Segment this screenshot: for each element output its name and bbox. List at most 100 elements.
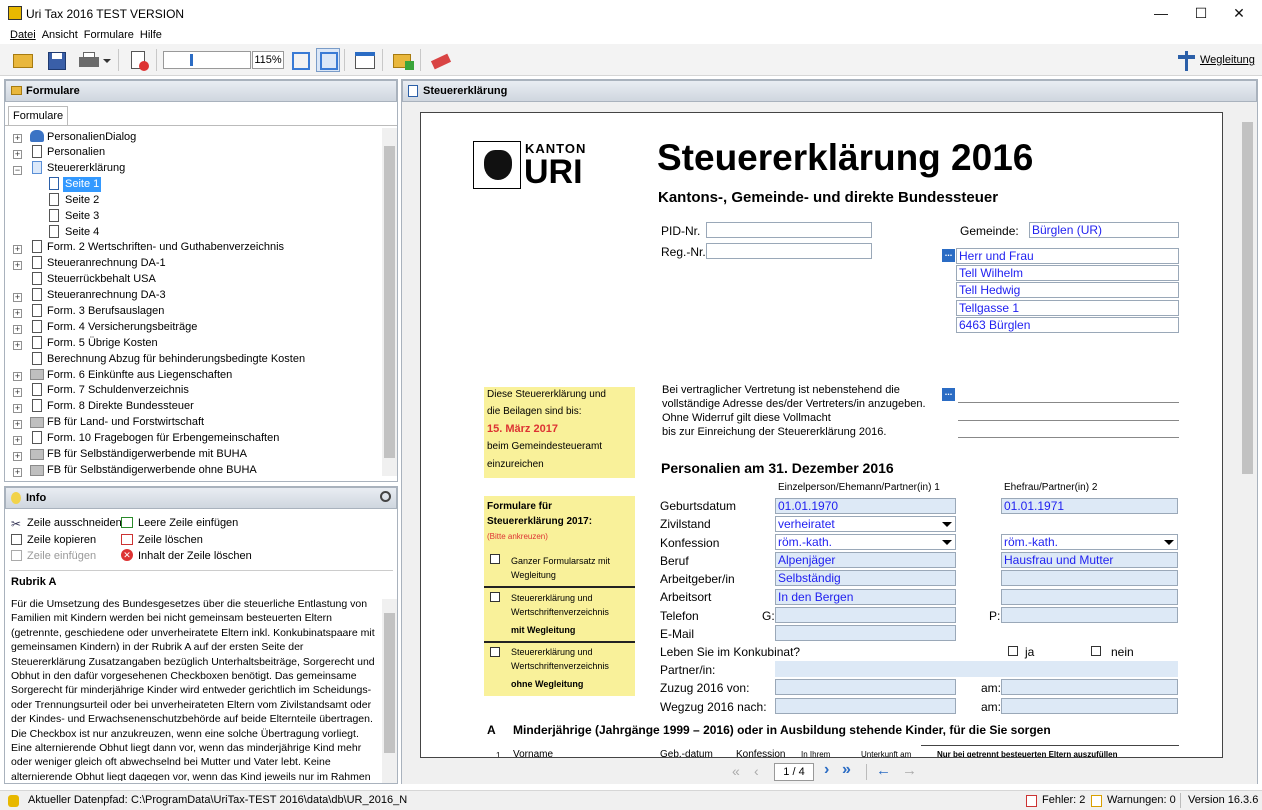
title-bar: Uri Tax 2016 TEST VERSION — ☐ ✕ xyxy=(0,0,1262,28)
tree-item[interactable]: FB für Selbständigerwerbende ohne BUHA xyxy=(47,463,257,478)
zuzug-date-field[interactable] xyxy=(1001,679,1178,695)
insert-empty-row-action[interactable]: Leere Zeile einfügen xyxy=(138,517,238,529)
fit-width-icon[interactable] xyxy=(316,48,340,72)
tree-item[interactable]: Form. 4 Versicherungsbeiträge xyxy=(47,320,197,335)
p1-arbeitgeber[interactable]: Selbständig xyxy=(775,570,956,586)
tree-item[interactable]: Berechnung Abzug für behinderungsbedingt… xyxy=(47,352,305,367)
copy-row-action[interactable]: Zeile kopieren xyxy=(27,534,96,546)
document-scrollbar[interactable] xyxy=(1240,104,1255,758)
tree-item[interactable]: Form. 2 Wertschriften- und Guthabenverze… xyxy=(47,240,284,255)
menu-hilfe[interactable]: Hilfe xyxy=(140,28,162,42)
column-1-header: Einzelperson/Ehemann/Partner(in) 1 xyxy=(778,482,940,493)
first-page-icon[interactable]: « xyxy=(732,763,740,779)
vertreter-line[interactable] xyxy=(958,437,1179,438)
zoom-value[interactable]: 115% xyxy=(252,51,284,69)
cut-row-action[interactable]: Zeile ausschneiden xyxy=(27,517,122,529)
print-icon[interactable] xyxy=(76,48,112,72)
tree-item[interactable]: Form. 7 Schuldenverzeichnis xyxy=(47,383,189,398)
tree-item[interactable]: Form. 6 Einkünfte aus Liegenschaften xyxy=(47,368,232,383)
warning-count[interactable]: Warnungen: 0 xyxy=(1107,794,1176,806)
tree-item-selected[interactable]: Seite 1 xyxy=(63,177,102,192)
p1-zivilstand-select[interactable]: verheiratet xyxy=(775,516,956,532)
p1-telefon[interactable] xyxy=(775,607,956,623)
previous-page-icon[interactable]: ‹ xyxy=(754,763,759,779)
last-page-icon[interactable]: » xyxy=(842,761,851,779)
tree-item[interactable]: Form. 8 Direkte Bundessteuer xyxy=(47,399,194,414)
delete-row-action[interactable]: Zeile löschen xyxy=(138,534,203,546)
address-line[interactable]: Tell Wilhelm xyxy=(956,265,1179,281)
tree-item[interactable]: FB für Selbständigerwerbende mit BUHA xyxy=(47,447,247,462)
p2-arbeitgeber[interactable] xyxy=(1001,570,1178,586)
address-line[interactable]: Tell Hedwig xyxy=(956,282,1179,298)
clear-row-content-action[interactable]: Inhalt der Zeile löschen xyxy=(138,550,252,562)
menu-datei[interactable]: Datei xyxy=(10,28,36,42)
page-indicator[interactable]: 1 / 4 xyxy=(774,763,814,781)
p1-arbeitsort[interactable]: In den Bergen xyxy=(775,589,956,605)
tree-item[interactable]: Form. 5 Übrige Kosten xyxy=(47,336,158,351)
tree-item[interactable]: FB für Land- und Forstwirtschaft xyxy=(47,415,204,430)
guide-label[interactable]: Wegleitung xyxy=(1200,54,1255,66)
order-option-2-checkbox[interactable] xyxy=(490,592,500,602)
p2-telefon[interactable] xyxy=(1001,607,1178,623)
next-page-icon[interactable]: › xyxy=(824,761,829,779)
pid-field[interactable] xyxy=(706,222,872,238)
address-line[interactable]: Herr und Frau xyxy=(956,248,1179,264)
vertreter-line[interactable] xyxy=(958,420,1179,421)
tree-item[interactable]: Seite 3 xyxy=(65,209,99,224)
menu-ansicht[interactable]: Ansicht xyxy=(42,28,78,42)
order-option-3-checkbox[interactable] xyxy=(490,647,500,657)
tree-item[interactable]: Form. 10 Fragebogen für Erbengemeinschaf… xyxy=(47,431,279,446)
error-count[interactable]: Fehler: 2 xyxy=(1042,794,1085,806)
p1-geburtsdatum[interactable]: 01.01.1970 xyxy=(775,498,956,514)
p2-konfession-select[interactable]: röm.-kath. xyxy=(1001,534,1178,550)
address-line[interactable]: Tellgasse 1 xyxy=(956,300,1179,316)
vertreter-edit-button[interactable]: ... xyxy=(942,388,955,401)
vertreter-line[interactable] xyxy=(958,402,1179,403)
gemeinde-field[interactable]: Bürglen (UR) xyxy=(1029,222,1179,238)
order-option-1-checkbox[interactable] xyxy=(490,554,500,564)
menu-formulare[interactable]: Formulare xyxy=(84,28,134,42)
tab-formulare[interactable]: Formulare xyxy=(8,106,68,125)
p1-beruf[interactable]: Alpenjäger xyxy=(775,552,956,568)
tree-item[interactable]: Steuerrückbehalt USA xyxy=(47,272,156,287)
close-button[interactable]: ✕ xyxy=(1216,0,1262,28)
wegzug-field[interactable] xyxy=(775,698,956,714)
p2-geburtsdatum[interactable]: 01.01.1971 xyxy=(1001,498,1178,514)
address-line[interactable]: 6463 Bürglen xyxy=(956,317,1179,333)
tree-item[interactable]: Seite 4 xyxy=(65,225,99,240)
eraser-icon[interactable] xyxy=(428,48,452,72)
tree-item[interactable]: PersonalienDialog xyxy=(47,130,136,145)
p2-beruf[interactable]: Hausfrau und Mutter xyxy=(1001,552,1178,568)
tree-item[interactable]: Form. 3 Berufsauslagen xyxy=(47,304,164,319)
open-icon[interactable] xyxy=(10,48,34,72)
fit-page-icon[interactable] xyxy=(288,48,312,72)
tree-item[interactable]: Steuererklärung xyxy=(47,161,125,176)
tree-scrollbar[interactable] xyxy=(382,128,397,476)
tree-item[interactable]: Personalien xyxy=(47,145,105,160)
delete-document-icon[interactable] xyxy=(126,48,150,72)
search-icon[interactable] xyxy=(380,491,391,502)
form-view-icon[interactable] xyxy=(352,48,376,72)
paste-row-action[interactable]: Zeile einfügen xyxy=(27,550,96,562)
wegzug-date-field[interactable] xyxy=(1001,698,1178,714)
save-icon[interactable] xyxy=(44,48,68,72)
info-text: Für die Umsetzung des Bundesgesetzes übe… xyxy=(11,598,375,781)
back-arrow-icon[interactable]: ← xyxy=(876,762,891,779)
tree-item[interactable]: Seite 2 xyxy=(65,193,99,208)
zoom-slider[interactable] xyxy=(163,51,251,69)
add-form-icon[interactable] xyxy=(390,48,414,72)
p1-konfession-select[interactable]: röm.-kath. xyxy=(775,534,956,550)
tree-item[interactable]: Steueranrechnung DA-3 xyxy=(47,288,166,303)
konkubinat-nein-checkbox[interactable] xyxy=(1091,646,1101,656)
reg-field[interactable] xyxy=(706,243,872,259)
p1-email[interactable] xyxy=(775,625,956,641)
partner-field[interactable] xyxy=(775,661,1178,677)
info-scrollbar[interactable] xyxy=(382,599,397,783)
address-edit-button[interactable]: ... xyxy=(942,249,955,262)
p2-arbeitsort[interactable] xyxy=(1001,589,1178,605)
zuzug-field[interactable] xyxy=(775,679,956,695)
guide-icon[interactable] xyxy=(1174,48,1198,72)
tree-item[interactable]: Steueranrechnung DA-1 xyxy=(47,256,166,271)
konkubinat-ja-checkbox[interactable] xyxy=(1008,646,1018,656)
forward-arrow-icon[interactable]: → xyxy=(902,762,917,779)
